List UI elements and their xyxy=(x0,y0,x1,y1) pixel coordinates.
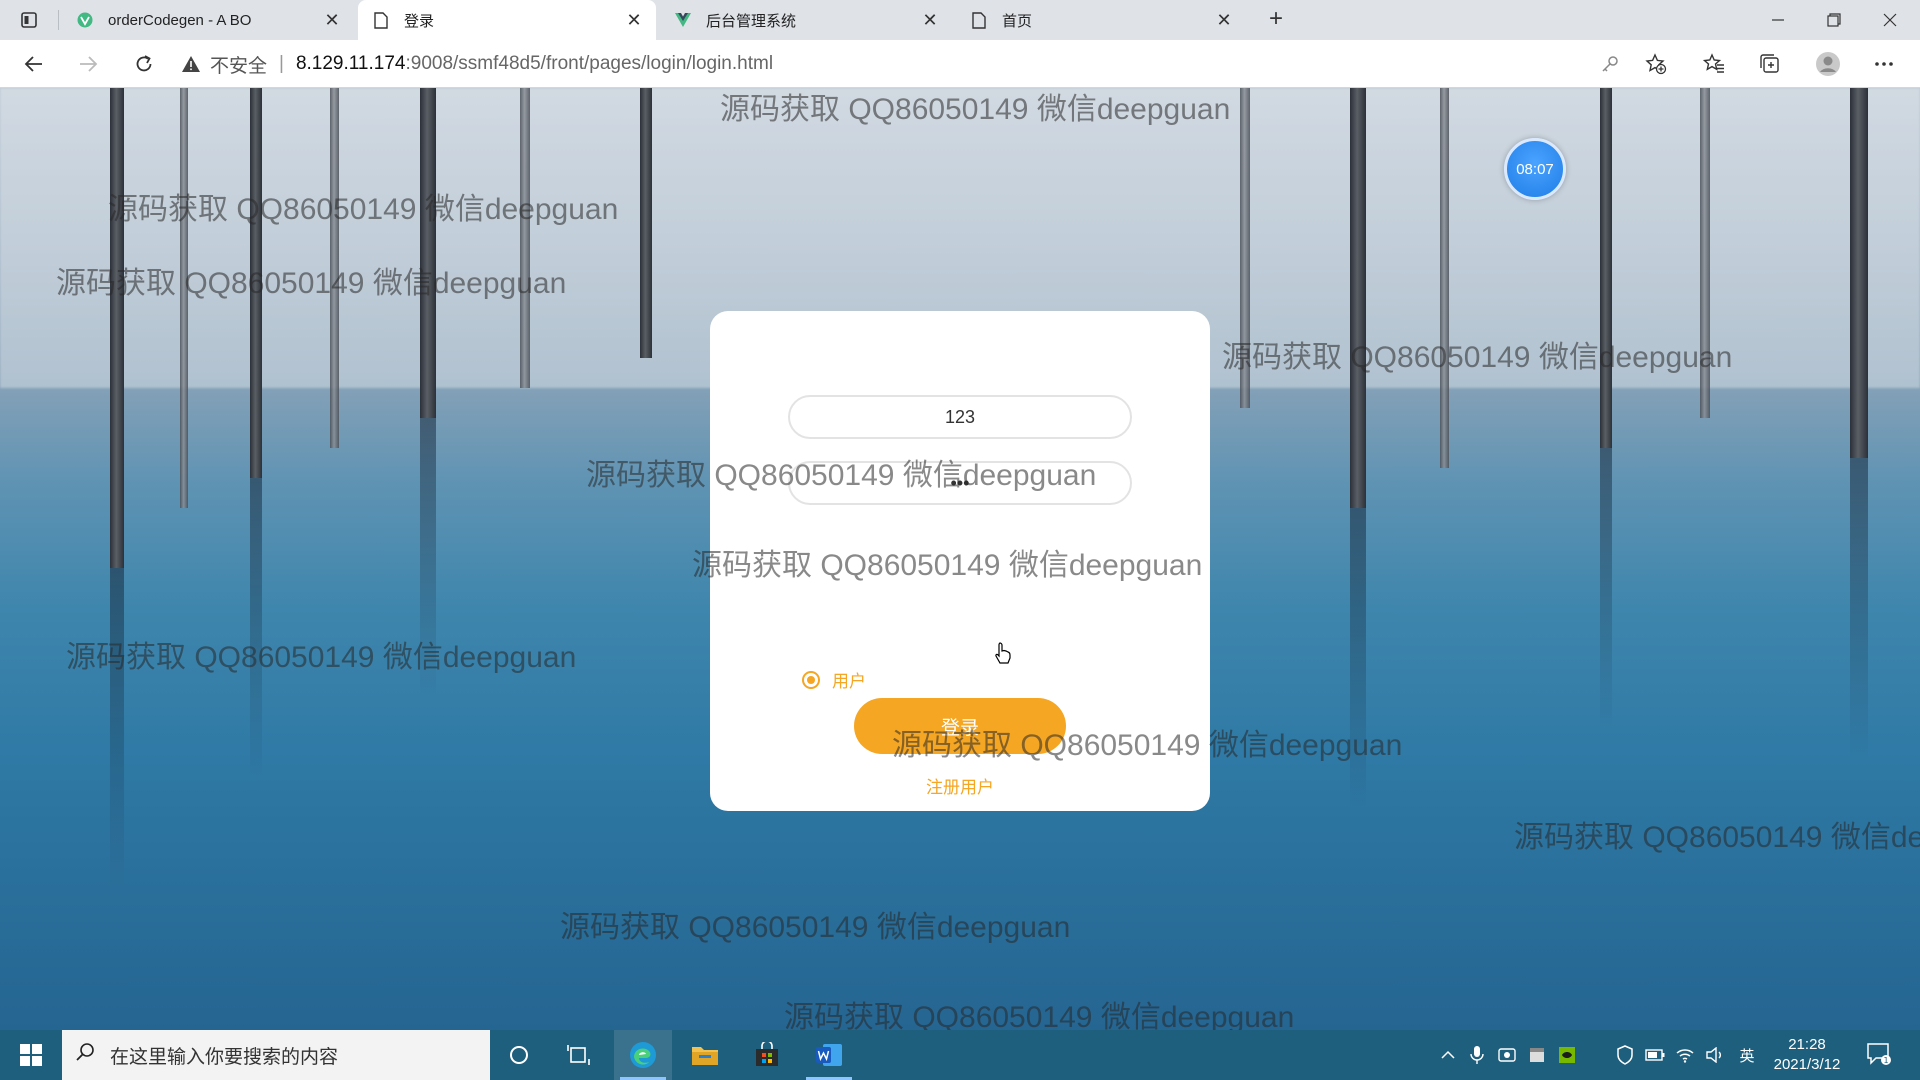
close-tab-icon[interactable]: ✕ xyxy=(920,10,940,30)
password-input[interactable] xyxy=(788,461,1132,505)
clock-badge[interactable]: 08:07 xyxy=(1504,138,1566,200)
watermark: 源码获取 QQ86050149 微信deepguan xyxy=(784,1001,1295,1030)
password-key-icon[interactable] xyxy=(1592,48,1628,80)
browser-tab-bar: orderCodegen - A BO ✕ 登录 ✕ 后台管理系统 ✕ 首页 ✕… xyxy=(0,0,1920,40)
tree-trunk xyxy=(640,88,652,358)
tree-trunk xyxy=(1350,88,1366,508)
tree-trunk xyxy=(1440,88,1449,468)
tree-reflection xyxy=(420,418,436,698)
page-favicon-icon xyxy=(970,11,988,29)
tree-trunk xyxy=(110,88,124,568)
notification-center-icon[interactable]: 1 xyxy=(1866,1042,1896,1068)
tree-reflection xyxy=(110,568,124,888)
tree-trunk xyxy=(1240,88,1250,408)
username-input[interactable] xyxy=(788,395,1132,439)
minimize-icon[interactable] xyxy=(1750,0,1806,40)
url-host: 8.129.11.174 xyxy=(295,53,406,74)
tab-home[interactable]: 首页 ✕ xyxy=(956,0,1246,40)
role-radio-user[interactable]: 用户 xyxy=(802,667,866,692)
refresh-icon[interactable] xyxy=(126,48,162,80)
profile-avatar-icon[interactable] xyxy=(1810,48,1846,80)
favorites-icon[interactable] xyxy=(1696,48,1732,80)
security-shield-icon[interactable] xyxy=(1614,1044,1636,1066)
word-icon[interactable] xyxy=(800,1030,858,1080)
tree-trunk xyxy=(1850,88,1868,458)
tree-trunk xyxy=(250,88,262,478)
login-page-background: 08:07 用户 登录 注册用户 源码获取 QQ86050149 微信deepg… xyxy=(0,88,1920,1030)
tab-title: 首页 xyxy=(1002,12,1033,30)
restore-icon[interactable] xyxy=(1806,0,1862,40)
mouse-pointer-icon xyxy=(994,642,1012,669)
windows-start-icon[interactable] xyxy=(0,1030,62,1080)
divider: | xyxy=(279,53,284,74)
ime-indicator[interactable]: 英 xyxy=(1736,1044,1758,1066)
role-label: 用户 xyxy=(832,672,866,691)
close-window-icon[interactable] xyxy=(1862,0,1918,40)
tree-trunk xyxy=(520,88,530,388)
tree-trunk xyxy=(420,88,436,418)
tab-ordercodegen[interactable]: orderCodegen - A BO ✕ xyxy=(62,0,354,40)
tab-actions-icon[interactable] xyxy=(14,8,44,32)
login-button[interactable]: 登录 xyxy=(854,698,1066,754)
more-menu-icon[interactable] xyxy=(1866,48,1902,80)
vue-favicon-icon xyxy=(76,11,94,29)
taskbar-clock[interactable]: 21:28 2021/3/12 xyxy=(1762,1035,1852,1075)
new-tab-icon[interactable]: + xyxy=(1262,6,1290,34)
forward-icon[interactable] xyxy=(70,48,106,80)
tab-title: orderCodegen - A BO xyxy=(108,11,252,29)
tab-login[interactable]: 登录 ✕ xyxy=(358,0,656,40)
tab-title: 登录 xyxy=(404,12,435,30)
address-toolbar: 不安全 | 8.129.11.174 :9008/ssmf48d5/front/… xyxy=(0,40,1920,88)
tree-reflection xyxy=(1350,508,1366,808)
cortana-icon[interactable] xyxy=(490,1030,548,1080)
file-explorer-icon[interactable] xyxy=(676,1030,734,1080)
radio-selected-icon[interactable] xyxy=(802,670,820,689)
warning-icon[interactable] xyxy=(180,53,202,75)
taskbar-time: 21:28 xyxy=(1788,1036,1826,1053)
wifi-icon[interactable] xyxy=(1674,1044,1696,1066)
tree-trunk xyxy=(1600,88,1612,448)
login-card: 用户 登录 注册用户 xyxy=(710,311,1210,811)
collections-icon[interactable] xyxy=(1752,48,1788,80)
search-icon xyxy=(76,1042,96,1068)
taskbar-date: 2021/3/12 xyxy=(1773,1056,1841,1073)
tray-window-icon[interactable] xyxy=(1526,1044,1548,1066)
show-hidden-icons-chevron-icon[interactable] xyxy=(1437,1044,1459,1066)
watermark: 源码获取 QQ86050149 微信deepguan xyxy=(560,911,1071,944)
volume-icon[interactable] xyxy=(1704,1044,1726,1066)
taskbar-search-box[interactable]: 在这里输入你要搜索的内容 xyxy=(62,1030,490,1080)
close-tab-icon[interactable]: ✕ xyxy=(322,10,342,30)
close-tab-icon[interactable]: ✕ xyxy=(1214,10,1234,30)
svg-text:1: 1 xyxy=(1883,1056,1888,1065)
battery-icon[interactable] xyxy=(1644,1044,1666,1066)
tab-title: 后台管理系统 xyxy=(706,12,797,30)
tray-app-icon[interactable] xyxy=(1496,1044,1518,1066)
store-icon[interactable] xyxy=(738,1030,796,1080)
tab-admin[interactable]: 后台管理系统 ✕ xyxy=(660,0,952,40)
tree-reflection xyxy=(250,478,262,778)
edge-browser-icon[interactable] xyxy=(614,1030,672,1080)
register-link[interactable]: 注册用户 xyxy=(710,773,1210,798)
back-icon[interactable] xyxy=(16,48,52,80)
search-placeholder: 在这里输入你要搜索的内容 xyxy=(110,1046,339,1068)
vue-logo-icon xyxy=(674,11,692,29)
nvidia-icon[interactable] xyxy=(1556,1044,1578,1066)
tree-trunk xyxy=(1700,88,1710,418)
task-view-icon[interactable] xyxy=(550,1030,608,1080)
windows-taskbar: 在这里输入你要搜索的内容 英 21:28 2021/3/12 1 xyxy=(0,1030,1920,1080)
tab-separator xyxy=(58,10,59,30)
address-bar[interactable]: 不安全 | 8.129.11.174 :9008/ssmf48d5/front/… xyxy=(180,46,1680,82)
microphone-icon[interactable] xyxy=(1466,1044,1488,1066)
tree-trunk xyxy=(180,88,188,508)
watermark: 源码获取 QQ86050149 微信deepguan xyxy=(66,641,577,674)
add-favorite-icon[interactable] xyxy=(1638,48,1674,80)
insecure-label: 不安全 xyxy=(210,55,268,77)
url-path: :9008/ssmf48d5/front/pages/login/login.h… xyxy=(405,53,774,74)
tree-trunk xyxy=(330,88,339,448)
page-favicon-icon xyxy=(372,11,390,29)
tree-reflection xyxy=(1600,448,1612,728)
close-tab-icon[interactable]: ✕ xyxy=(624,10,644,30)
tree-reflection xyxy=(1850,458,1868,758)
watermark: 源码获取 QQ86050149 微信deepguan xyxy=(1514,821,1920,854)
